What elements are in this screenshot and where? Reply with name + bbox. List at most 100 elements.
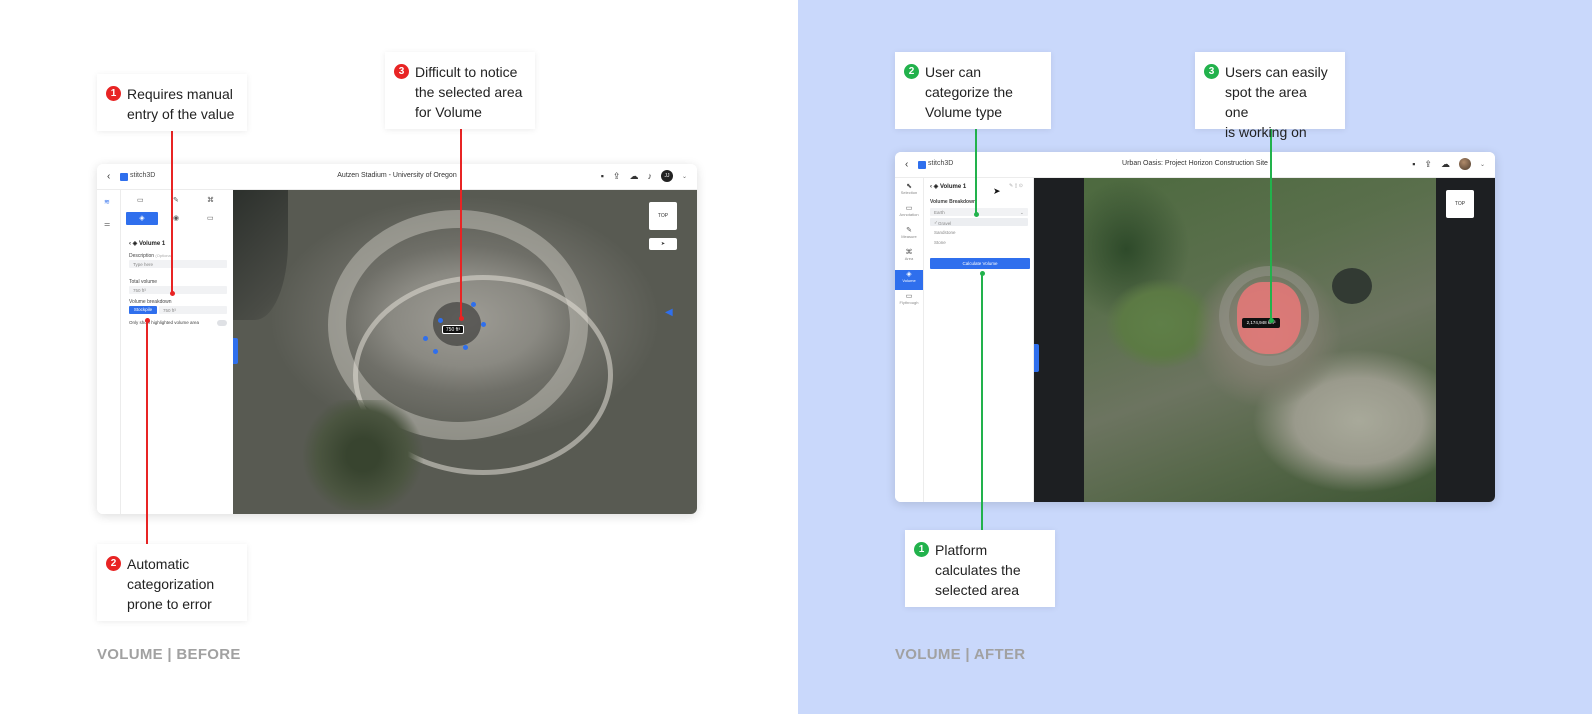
breakdown-label: Volume Breakdown [930,199,977,205]
area-tool-icon[interactable]: ⌘ [207,196,214,204]
callout-text: Difficult to notice the selected area fo… [415,64,523,120]
project-title: Urban Oasis: Project Horizon Constructio… [1122,160,1268,167]
rail-label: Measure [901,234,917,239]
rail-label: Flythrough [899,300,919,305]
after-app-screenshot: ‹ stitch3D Urban Oasis: Project Horizon … [895,152,1495,502]
rail-item-area[interactable]: ⌘ Area [895,248,923,268]
polygon-vertex[interactable] [438,318,443,323]
connector-line-2 [146,320,148,544]
callout-categorize-type: 2 User can categorize the Volume type [895,52,1051,129]
callout-number: 3 [394,64,409,79]
callout-manual-entry: 1 Requires manual entry of the value [97,74,247,131]
area-icon: ⌘ [905,249,913,256]
highlight-toggle-label: Only show highlighted volume area [129,320,200,325]
breakdown-value[interactable]: 750 ft³ [159,306,227,314]
highlight-toggle[interactable] [217,320,227,326]
total-volume-input[interactable]: 750 ft³ [129,286,227,294]
after-caption: VOLUME | AFTER [895,646,1026,663]
callout-text: Automatic categorization prone to error [127,556,215,612]
callout-spot-area: 3 Users can easily spot the area one is … [1195,52,1345,140]
save-icon[interactable]: ▪ [601,170,604,182]
camera-tool-icon[interactable]: ◉ [173,214,179,222]
view-cube-top[interactable]: TOP [649,202,677,230]
dropdown-option[interactable]: Sandstone [930,228,1028,236]
rail-item-flythrough[interactable]: ▭ Flythrough [895,292,923,312]
map-view-after[interactable]: 2,174,948 km³ TOP [1034,178,1495,502]
video-icon: ▭ [905,293,913,300]
annotation-tool-icon[interactable]: ▭ [137,196,144,204]
view-cube-top[interactable]: TOP [1446,190,1474,218]
rail-label: Selection [900,190,918,195]
app-topbar: ‹ stitch3D Urban Oasis: Project Horizon … [895,152,1495,178]
topbar-actions: ▪ ⇪ ☁ ♪ JJ ⌄ [601,170,687,182]
avatar[interactable]: JJ [660,170,673,182]
measure-tool-icon[interactable]: ✎ [173,196,179,204]
layers-icon[interactable]: ≋ [104,198,110,206]
volume-panel: ‹ ◈ Volume 1 ✎ ▯ ⊙ Volume Breakdown Eart… [924,178,1034,502]
volume-type-dropdown[interactable]: Earth ⌄ [930,208,1028,216]
polygon-vertex[interactable] [433,349,438,354]
callout-text: User can categorize the Volume type [925,64,1013,120]
connector-line-1 [981,273,983,531]
connector-dot-1 [980,271,985,276]
selection-polygon [433,302,481,346]
tool-panel: ▭ ✎ ⌘ ◈ ◉ ▭ ‹ ◈ Volume 1 Description (Op… [121,190,233,514]
polygon-vertex[interactable] [481,322,486,327]
panel-collapse-handle[interactable] [233,338,238,364]
bell-icon[interactable]: ♪ [647,170,652,182]
rail-item-measure[interactable]: ✎ Measure [895,226,923,246]
annotation-icon: ▭ [905,205,913,212]
rail-item-selection[interactable]: ⬉ Selection [895,182,923,202]
chevron-down-icon[interactable]: ⌄ [682,173,687,180]
dropdown-option[interactable]: ✓ Gravel [930,218,1028,226]
cloud-icon[interactable]: ☁ [1441,158,1450,170]
share-icon[interactable]: ⇪ [613,170,621,182]
total-volume-label: Total volume [129,279,158,285]
callout-number: 1 [106,86,121,101]
dropdown-option[interactable]: Stone [930,238,1028,246]
selection-icon: ⬉ [906,183,912,190]
description-input[interactable]: Type here [129,260,227,268]
rail-item-volume[interactable]: ◈ Volume [895,270,923,290]
chevron-down-icon[interactable]: ⌄ [1480,161,1485,168]
polygon-vertex[interactable] [463,345,468,350]
share-icon[interactable]: ⇪ [1424,158,1432,170]
callout-text: Users can easily spot the area one is wo… [1225,64,1328,140]
rail-label: Volume [902,278,916,283]
volume-measure-label: 2,174,948 km³ [1242,318,1280,328]
trees-edge [303,400,423,510]
callout-text: Requires manual entry of the value [127,86,235,122]
navigate-button[interactable]: ➤ [649,238,677,250]
before-section: ‹ stitch3D Autzen Stadium - University o… [0,0,798,714]
callout-number: 3 [1204,64,1219,79]
panel-collapse-handle[interactable] [1034,344,1039,372]
stockpile-tag[interactable]: Stockpile [129,306,157,314]
cloud-icon[interactable]: ☁ [629,170,638,182]
pond [1332,268,1372,304]
description-label: Description (Optional) [129,253,173,259]
save-icon[interactable]: ▪ [1412,158,1415,170]
map-view-before[interactable]: 750 ft³ TOP ➤ ◀ [233,190,697,514]
polygon-vertex[interactable] [423,336,428,341]
volume-tool-button[interactable]: ◈ [126,212,158,225]
calculate-volume-button[interactable]: Calculate Volume [930,258,1030,269]
connector-line-1 [171,129,173,293]
measure-icon: ✎ [906,227,912,234]
avatar[interactable] [1458,158,1471,170]
connector-dot-1 [170,291,175,296]
breakdown-label: Volume breakdown [129,299,172,305]
compass-arrow-icon[interactable]: ◀ [665,307,673,318]
connector-line-2 [975,128,977,214]
panel-actions-icons[interactable]: ✎ ▯ ⊙ [1009,183,1023,189]
video-tool-icon[interactable]: ▭ [207,214,214,222]
rail-label: Annotation [899,212,919,217]
sliders-icon[interactable]: ⚌ [104,220,110,228]
connector-dot-3 [459,316,464,321]
callout-number: 1 [914,542,929,557]
polygon-vertex[interactable] [471,302,476,307]
callout-platform-calculates: 1 Platform calculates the selected area [905,530,1055,607]
rail-item-annotation[interactable]: ▭ Annotation [895,204,923,224]
volume-title: ‹ ◈ Volume 1 [930,184,967,190]
before-app-screenshot: ‹ stitch3D Autzen Stadium - University o… [97,164,697,514]
connector-dot-3 [1269,318,1274,323]
